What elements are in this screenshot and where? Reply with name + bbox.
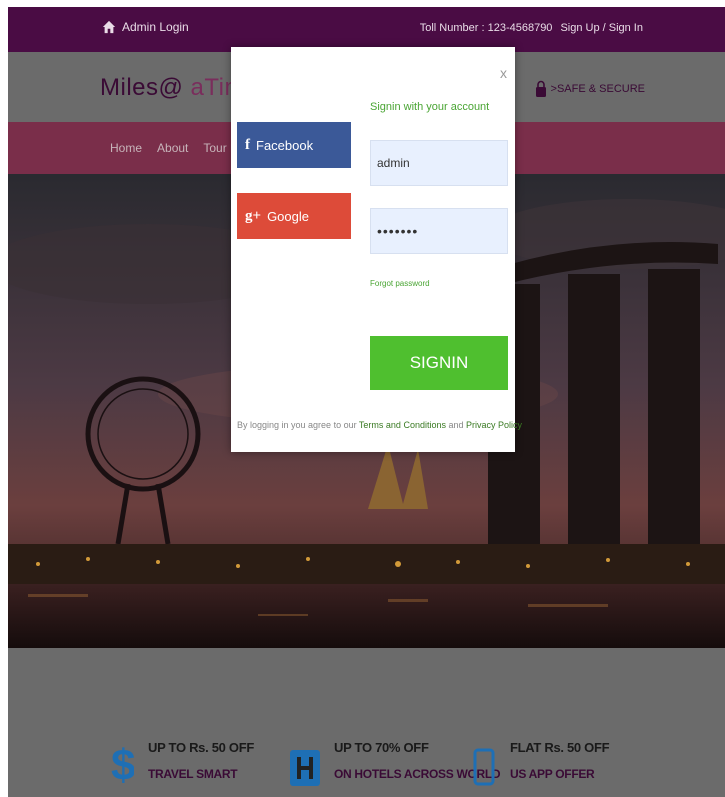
username-field[interactable]: admin [370, 140, 508, 186]
page: Admin Login Toll Number : 123-4568790 Si… [0, 0, 725, 797]
google-login-button[interactable]: g+ Google [237, 193, 351, 239]
terms-and: and [445, 420, 466, 430]
google-plus-icon: g+ [245, 207, 262, 224]
top-margin [0, 0, 725, 7]
left-margin [0, 0, 8, 797]
terms-notice: By logging in you agree to our Terms and… [237, 420, 522, 430]
forgot-password-link[interactable]: Forgot password [370, 279, 430, 288]
signin-button[interactable]: SIGNIN [370, 336, 508, 390]
facebook-icon: f [245, 136, 250, 153]
facebook-login-button[interactable]: f Facebook [237, 122, 351, 168]
signin-heading: Signin with your account [370, 101, 490, 113]
privacy-link[interactable]: Privacy Policy [466, 420, 522, 430]
terms-prefix: By logging in you agree to our [237, 420, 359, 430]
facebook-label: Facebook [256, 137, 314, 153]
close-icon[interactable]: x [500, 65, 507, 81]
terms-link[interactable]: Terms and Conditions [359, 420, 446, 430]
google-label: Google [267, 208, 309, 224]
login-modal: x f Facebook g+ Google Signin with your … [231, 47, 522, 452]
password-field[interactable]: ••••••• [370, 208, 508, 254]
